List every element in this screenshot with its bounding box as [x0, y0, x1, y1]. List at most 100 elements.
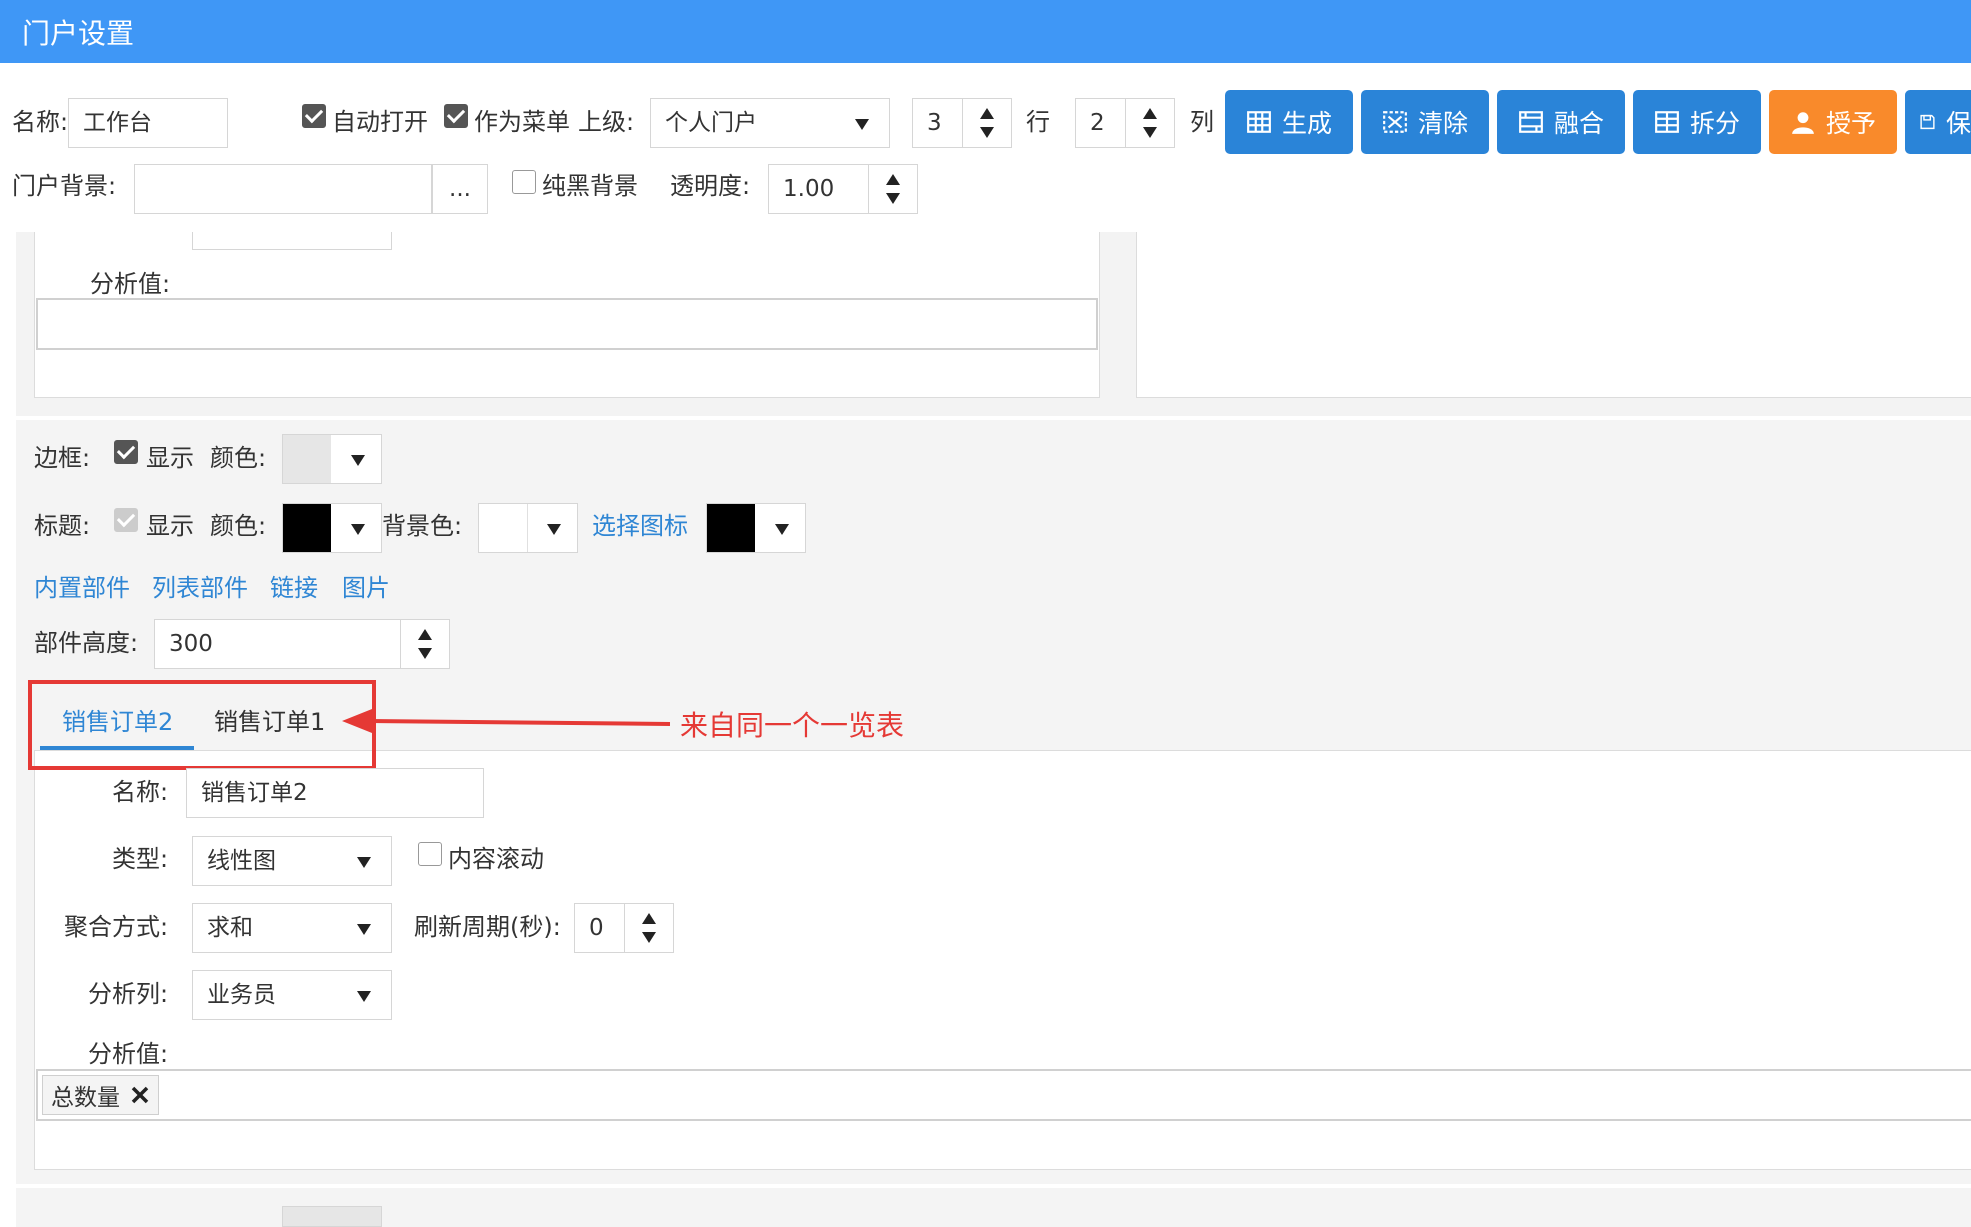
refresh-value: 0 — [589, 915, 604, 941]
opacity-value: 1.00 — [783, 176, 835, 202]
annotation-arrow-icon — [342, 709, 671, 733]
analysis-value-field[interactable] — [36, 1069, 1971, 1121]
tag-label: 总数量 — [51, 1085, 120, 1111]
arrow-down-icon[interactable] — [642, 932, 656, 943]
portal-bg-input[interactable] — [134, 164, 432, 214]
dropdown-arrow-icon — [547, 524, 561, 535]
title-color-picker[interactable] — [282, 503, 382, 553]
cropped-select[interactable] — [192, 232, 392, 250]
icon-color-picker[interactable] — [706, 503, 806, 553]
title-color-swatch — [283, 504, 331, 552]
title-label: 标题: — [34, 512, 91, 540]
as-menu-checkbox[interactable] — [444, 104, 468, 128]
dropdown-arrow-icon — [775, 524, 789, 535]
arrow-down-icon[interactable] — [418, 648, 432, 659]
border-color-picker[interactable] — [282, 434, 382, 484]
clear-button[interactable]: 清除 — [1361, 90, 1489, 154]
cols-stepper[interactable]: 2 — [1075, 98, 1175, 148]
part-height-stepper[interactable]: 300 — [154, 619, 450, 669]
rows-stepper-arrows[interactable] — [962, 99, 1011, 147]
browse-button[interactable]: ... — [432, 164, 488, 214]
part-height-label: 部件高度: — [34, 629, 139, 657]
split-icon — [1655, 111, 1679, 133]
dropdown-arrow-icon — [357, 857, 371, 868]
clear-grid-icon — [1383, 111, 1407, 133]
arrow-up-icon[interactable] — [980, 108, 994, 119]
arrow-down-icon[interactable] — [1143, 127, 1157, 138]
cropped-color-picker[interactable] — [282, 1206, 382, 1227]
form-type-value: 线性图 — [207, 848, 276, 874]
dropdown-arrow-icon — [351, 455, 365, 466]
opacity-stepper[interactable]: 1.00 — [768, 164, 918, 214]
upper-analysis-value-label: 分析值: — [90, 270, 171, 298]
content-scroll-checkbox[interactable] — [418, 842, 442, 866]
form-type-select[interactable]: 线性图 — [192, 836, 392, 886]
save-button[interactable]: 保 — [1905, 90, 1971, 154]
form-name-label: 名称: — [112, 778, 169, 806]
title-show-label: 显示 — [146, 512, 194, 540]
cols-label: 列 — [1190, 108, 1214, 136]
title-bar: 门户设置 — [0, 0, 1971, 63]
analysis-col-label: 分析列: — [88, 980, 169, 1008]
portal-name-input[interactable]: 工作台 — [68, 98, 228, 148]
analysis-value-tag: 总数量 — [42, 1075, 159, 1115]
list-part-link[interactable]: 列表部件 — [152, 572, 248, 604]
arrow-down-icon[interactable] — [886, 193, 900, 204]
bg-color-picker[interactable] — [478, 503, 578, 553]
parent-label: 上级: — [578, 108, 635, 136]
opacity-stepper-arrows[interactable] — [868, 165, 917, 213]
portal-bg-label: 门户背景: — [12, 172, 117, 200]
form-type-label: 类型: — [112, 845, 169, 873]
generate-button-label: 生成 — [1281, 109, 1332, 138]
title-show-checkbox[interactable] — [114, 508, 138, 532]
clear-button-label: 清除 — [1417, 109, 1468, 138]
arrow-up-icon[interactable] — [642, 913, 656, 924]
auto-open-checkbox[interactable] — [302, 104, 326, 128]
part-height-value: 300 — [169, 631, 213, 657]
rows-value: 3 — [927, 110, 942, 136]
agg-value: 求和 — [207, 915, 253, 941]
bg-color-swatch — [479, 504, 528, 552]
parent-select[interactable]: 个人门户 — [650, 98, 890, 148]
merge-button[interactable]: 融合 — [1497, 90, 1625, 154]
link-part-link[interactable]: 链接 — [270, 572, 318, 604]
border-show-label: 显示 — [146, 444, 194, 472]
refresh-label: 刷新周期(秒): — [414, 913, 561, 941]
rows-stepper[interactable]: 3 — [912, 98, 1012, 148]
form-name-input[interactable]: 销售订单2 — [186, 768, 484, 818]
grant-button-label: 授予 — [1825, 109, 1876, 138]
arrow-up-icon[interactable] — [886, 174, 900, 185]
choose-icon-link[interactable]: 选择图标 — [592, 510, 688, 542]
refresh-stepper-arrows[interactable] — [624, 904, 673, 952]
refresh-stepper[interactable]: 0 — [574, 903, 674, 953]
bg-color-label: 背景色: — [382, 512, 463, 540]
pure-black-label: 纯黑背景 — [542, 172, 638, 200]
pure-black-checkbox[interactable] — [512, 170, 536, 194]
agg-select[interactable]: 求和 — [192, 903, 392, 953]
arrow-up-icon[interactable] — [418, 629, 432, 640]
split-button[interactable]: 拆分 — [1633, 90, 1761, 154]
icon-color-swatch — [707, 504, 755, 552]
dropdown-arrow-icon — [357, 924, 371, 935]
grant-button[interactable]: 授予 — [1769, 90, 1897, 154]
analysis-col-select[interactable]: 业务员 — [192, 970, 392, 1020]
as-menu-label: 作为菜单 — [474, 108, 570, 136]
generate-button[interactable]: 生成 — [1225, 90, 1353, 154]
name-label: 名称: — [12, 108, 69, 136]
arrow-up-icon[interactable] — [1143, 108, 1157, 119]
upper-analysis-value-field[interactable] — [36, 298, 1098, 350]
image-part-link[interactable]: 图片 — [342, 572, 390, 604]
remove-tag-icon[interactable] — [130, 1085, 150, 1105]
border-show-checkbox[interactable] — [114, 440, 138, 464]
upper-right-panel — [1136, 232, 1971, 398]
arrow-down-icon[interactable] — [980, 127, 994, 138]
merge-button-label: 融合 — [1553, 109, 1604, 138]
border-color-swatch — [283, 435, 331, 483]
grid-icon — [1247, 111, 1271, 133]
builtin-part-link[interactable]: 内置部件 — [34, 572, 130, 604]
cols-stepper-arrows[interactable] — [1125, 99, 1174, 147]
part-height-stepper-arrows[interactable] — [400, 620, 449, 668]
annotation-text: 来自同一个一览表 — [680, 709, 905, 742]
analysis-col-value: 业务员 — [207, 982, 276, 1008]
save-button-label: 保 — [1945, 109, 1971, 138]
